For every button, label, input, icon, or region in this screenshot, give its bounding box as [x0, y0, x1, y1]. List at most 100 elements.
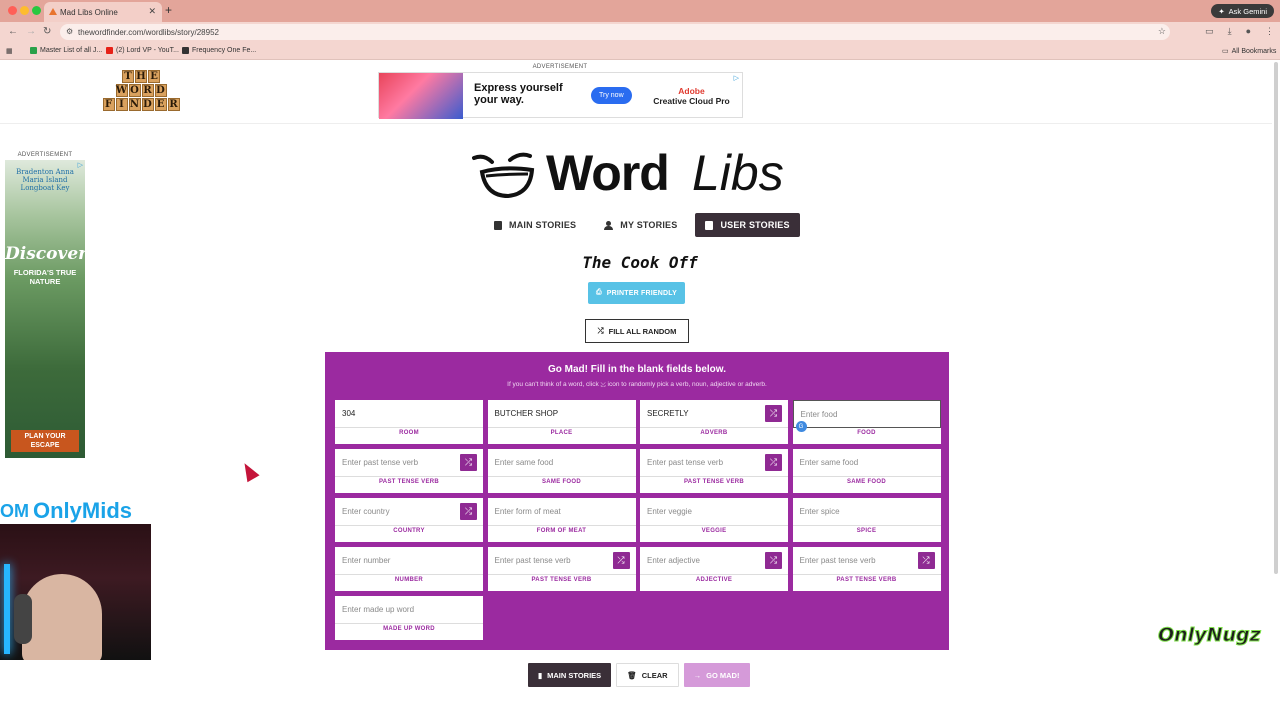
word-input[interactable]: BUTCHER SHOP — [487, 400, 636, 428]
word-field: BUTCHER SHOP PLACE — [487, 400, 636, 444]
word-field: Enter past tense verb ⤮ PAST TENSE VERB — [640, 449, 788, 493]
word-field-label: PLACE — [550, 430, 573, 436]
random-word-button[interactable]: ⤮ — [765, 552, 782, 569]
adchoices-icon[interactable]: ▷ — [734, 74, 739, 82]
random-word-button[interactable]: ⤮ — [612, 552, 630, 569]
webcam-person — [22, 574, 102, 660]
forward-icon[interactable]: → — [26, 26, 36, 37]
bookmark-favicon-icon — [182, 47, 189, 54]
bookmarks-bar: ▦ Master List of all J... (2) Lord VP - … — [0, 42, 1280, 60]
random-word-button[interactable]: ⤮ — [917, 552, 935, 569]
tab-user-stories[interactable]: USER STORIES — [695, 213, 800, 237]
all-bookmarks[interactable]: ▭ All Bookmarks — [1222, 47, 1276, 56]
ad-plan-button[interactable]: PLAN YOUR ESCAPE — [11, 430, 79, 452]
word-field-label: ROOM — [399, 430, 419, 436]
webcam-overlay — [0, 524, 151, 660]
go-mad-button[interactable]: → GO MAD! — [683, 663, 750, 687]
word-input[interactable]: Enter made up word — [335, 596, 483, 624]
mouse-cursor-icon — [238, 459, 260, 483]
word-input[interactable]: Enter form of meat — [487, 498, 636, 526]
tab-my-stories[interactable]: MY STORIES — [594, 213, 687, 237]
ad-artwork — [379, 73, 463, 119]
logo-tile: E — [154, 98, 167, 111]
url-text: thewordfinder.com/wordlibs/story/28952 — [78, 27, 219, 37]
ask-gemini-button[interactable]: ✦ Ask Gemini — [1211, 4, 1274, 18]
new-tab-icon[interactable]: + — [165, 3, 172, 17]
side-banner-ad[interactable]: Bradenton Anna Maria Island Longboat Key… — [5, 160, 85, 458]
address-bar[interactable]: ⚙ thewordfinder.com/wordlibs/story/28952… — [60, 24, 1170, 40]
story-title: The Cook Off — [582, 253, 698, 272]
word-field: Enter spice SPICE — [792, 498, 941, 542]
onlymids-text: OnlyMids — [33, 498, 133, 523]
ask-gemini-label: Ask Gemini — [1228, 6, 1267, 16]
onlynugz-watermark: OnlyNugz — [1158, 624, 1262, 647]
word-field: SECRETLY ⤮ ADVERB — [640, 400, 788, 444]
random-word-button[interactable]: ⤮ — [460, 454, 477, 471]
thewordfinder-logo[interactable]: THE WORD FINDER — [96, 70, 186, 112]
word-input[interactable]: Enter same food — [487, 449, 636, 477]
bookmark-item[interactable]: Master List of all J... — [30, 47, 102, 54]
fill-all-random-button[interactable]: ⤮ FILL ALL RANDOM — [585, 319, 689, 343]
word-field: Enter past tense verb ⤮ PAST TENSE VERB — [335, 449, 483, 493]
logo-tile: T — [122, 70, 134, 83]
youtube-icon — [106, 47, 113, 54]
tab-main-stories[interactable]: MAIN STORIES — [484, 213, 586, 237]
close-window-button[interactable] — [8, 6, 17, 15]
page-scrollbar[interactable] — [1274, 62, 1278, 574]
word-field-label: PAST TENSE VERB — [378, 479, 440, 485]
ad-headline: Express yourself your way. — [474, 82, 563, 106]
browser-tab[interactable]: Mad Libs Online ✕ — [44, 2, 162, 22]
page: THE WORD FINDER ADVERTISEMENT Express yo… — [0, 60, 1280, 720]
person-icon — [604, 220, 614, 230]
word-field: Enter number NUMBER — [335, 547, 483, 591]
book-icon — [705, 220, 714, 230]
apps-icon[interactable]: ▦ — [6, 47, 13, 55]
onlymids-overlay: OM OnlyMids — [0, 496, 152, 526]
ad-try-now-button[interactable]: Try now — [591, 87, 632, 104]
site-info-icon[interactable]: ⚙ — [66, 27, 73, 36]
printer-friendly-button[interactable]: ⎙ PRINTER FRIENDLY — [588, 282, 685, 304]
bookmark-star-icon[interactable]: ☆ — [1158, 26, 1166, 37]
word-field: Enter past tense verb ⤮ PAST TENSE VERB — [792, 547, 941, 591]
logo-tile: N — [128, 98, 141, 111]
logo-row: FINDER — [96, 98, 186, 111]
tab-favicon-icon — [49, 8, 57, 15]
maximize-window-button[interactable] — [32, 6, 41, 15]
word-field-label: NUMBER — [394, 577, 424, 583]
reload-icon[interactable]: ↻ — [43, 26, 51, 37]
word-input[interactable]: Enter spice — [792, 498, 941, 526]
word-field: Enter veggie VEGGIE — [640, 498, 788, 542]
close-tab-icon[interactable]: ✕ — [148, 6, 156, 17]
word-field-label: PAST TENSE VERB — [683, 479, 745, 485]
download-icon[interactable]: ⤓ — [1228, 26, 1232, 37]
adchoices-icon[interactable]: ▷ — [78, 161, 83, 169]
back-icon[interactable]: ← — [8, 26, 18, 37]
word-field-label: VEGGIE — [701, 528, 727, 534]
profile-icon[interactable]: ● — [1246, 26, 1251, 37]
random-word-button[interactable]: ⤮ — [460, 503, 477, 520]
top-banner-ad[interactable]: Express yourself your way. Try now Adobe… — [378, 72, 743, 119]
word-input[interactable]: Enter same food — [792, 449, 941, 477]
bookmark-item[interactable]: (2) Lord VP - YouT... — [106, 47, 179, 54]
arrow-right-icon: → — [693, 670, 702, 680]
word-input[interactable]: Enter veggie — [640, 498, 788, 526]
form-subtitle: If you can't think of a word, click ⤩ ic… — [507, 381, 767, 388]
book-icon: ▮ — [538, 670, 543, 680]
random-word-button[interactable]: ⤮ — [765, 405, 782, 422]
random-word-button[interactable]: ⤮ — [765, 454, 782, 471]
bookmark-item[interactable]: Frequency One Fe... — [182, 47, 256, 54]
ad-brand-line1: Adobe — [678, 86, 705, 96]
clear-button[interactable]: 🗑 CLEAR — [616, 663, 679, 687]
header-divider — [0, 123, 1272, 124]
main-stories-button[interactable]: ▮ MAIN STORIES — [528, 663, 612, 687]
ad-label: ADVERTISEMENT — [532, 64, 588, 70]
menu-icon[interactable]: ⋮ — [1265, 26, 1274, 37]
wordlibs-logo[interactable]: Word Libs — [470, 144, 810, 204]
story-nav: MAIN STORIES MY STORIES USER STORIES — [484, 213, 800, 239]
word-input[interactable]: Enter number — [335, 547, 483, 575]
minimize-window-button[interactable] — [20, 6, 29, 15]
word-field-label: MADE UP WORD — [383, 626, 435, 632]
word-input[interactable]: Enter food — [792, 400, 941, 428]
word-input[interactable]: 304 — [335, 400, 483, 428]
extensions-icon[interactable]: ▭ — [1205, 26, 1214, 37]
